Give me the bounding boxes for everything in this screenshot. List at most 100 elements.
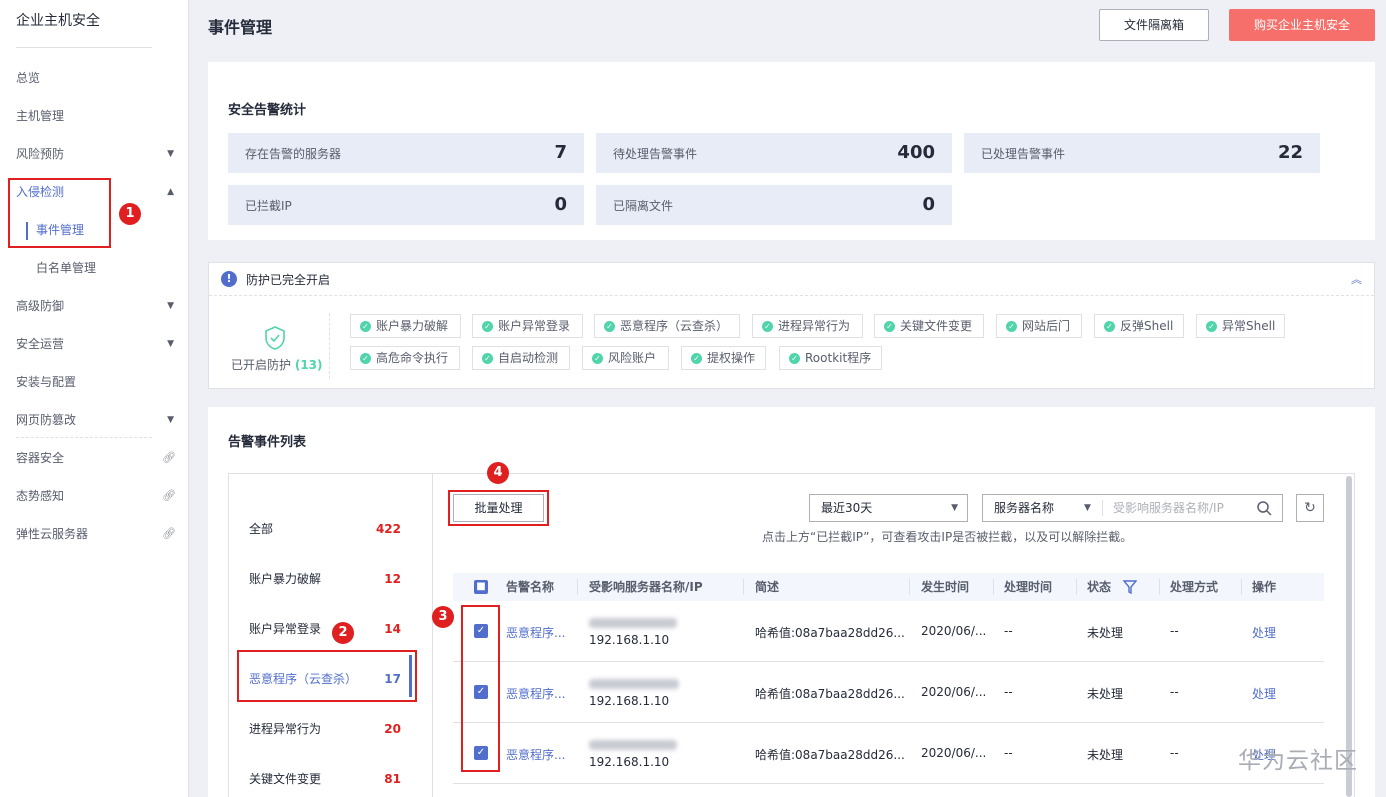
stat-value: 0 — [554, 194, 567, 215]
external-link-icon: 🔗︎ — [162, 451, 176, 464]
table-row[interactable]: ✓ 恶意程序... 192.168.1.10 哈希值:08a7baa28dd26… — [453, 723, 1324, 784]
sidebar-item-host-management[interactable]: 主机管理 — [16, 106, 176, 126]
filter-icon[interactable] — [1123, 580, 1137, 594]
stat-blocked-ip[interactable]: 已拦截IP 0 — [228, 185, 584, 225]
status: 未处理 — [1087, 626, 1124, 640]
handle-link[interactable]: 处理 — [1252, 624, 1276, 641]
protection-enabled-label: 已开启防护 (13) — [231, 356, 323, 373]
category-label: 进程异常行为 — [249, 722, 322, 736]
check-circle-icon: ✓ — [482, 353, 493, 364]
alert-name-link[interactable]: 恶意程序... — [506, 624, 565, 641]
external-link-icon: 🔗︎ — [162, 489, 176, 502]
stat-value: 7 — [554, 142, 567, 163]
collapse-icon[interactable]: ︽ — [1351, 271, 1362, 287]
sidebar-item-risk-prevention[interactable]: 风险预防 ▼ — [16, 144, 176, 164]
column-header: 告警名称 — [506, 580, 555, 594]
handle-time: -- — [1004, 746, 1013, 760]
sidebar-item-advanced-defense[interactable]: 高级防御 ▼ — [16, 296, 176, 316]
check-circle-icon: ✓ — [1104, 321, 1115, 332]
occur-time: 2020/06/... — [921, 685, 987, 699]
divider — [1076, 579, 1077, 595]
stat-isolated-files[interactable]: 已隔离文件 0 — [596, 185, 952, 225]
select-all-checkbox[interactable]: ■ — [474, 580, 488, 594]
search-input[interactable]: 受影响服务器名称/IP — [1113, 495, 1224, 521]
protection-tag: ✓ 提权操作 — [681, 346, 766, 370]
sidebar-item-container-security[interactable]: 容器安全 🔗︎ — [16, 448, 176, 468]
divider — [16, 437, 152, 438]
redacted-server-name — [589, 679, 679, 689]
file-isolation-button[interactable]: 文件隔离箱 — [1099, 9, 1209, 41]
handle-link[interactable]: 处理 — [1252, 685, 1276, 702]
tag-label: 账户异常登录 — [498, 319, 571, 333]
protection-tag: ✓ 异常Shell — [1196, 314, 1285, 338]
category-file-change[interactable]: 关键文件变更 81 — [249, 769, 409, 789]
alert-summary: 哈希值:08a7baa28dd26... — [755, 748, 905, 762]
sidebar-item-security-ops[interactable]: 安全运营 ▼ — [16, 334, 176, 354]
sidebar-item-install-config[interactable]: 安装与配置 — [16, 372, 176, 392]
server-ip: 192.168.1.10 — [589, 633, 670, 647]
sidebar-item-ecs[interactable]: 弹性云服务器 🔗︎ — [16, 524, 176, 544]
stat-pending[interactable]: 待处理告警事件 400 — [596, 133, 952, 173]
sidebar-item-web-tamper[interactable]: 网页防篡改 ▼ — [16, 410, 176, 430]
sidebar-title: 企业主机安全 — [16, 13, 100, 29]
tag-label: 异常Shell — [1222, 319, 1276, 333]
category-count: 81 — [384, 772, 401, 786]
check-circle-icon: ✓ — [1206, 321, 1217, 332]
divider — [209, 295, 1374, 296]
blocked-ip-hint: 点击上方“已拦截IP”，可查看攻击IP是否被拦截，以及可以解除拦截。 — [762, 530, 1133, 544]
search-field-select[interactable]: 服务器名称 — [994, 495, 1054, 521]
stat-label: 已拦截IP — [245, 199, 292, 213]
protection-tag: ✓ 网站后门 — [996, 314, 1082, 338]
server-ip: 192.168.1.10 — [589, 694, 670, 708]
stat-label: 待处理告警事件 — [613, 147, 698, 161]
category-count: 14 — [384, 622, 401, 636]
annotation-badge-4: 4 — [487, 462, 509, 484]
stat-servers[interactable]: 存在告警的服务器 7 — [228, 133, 584, 173]
chevron-up-icon: ▲ — [167, 187, 174, 197]
check-circle-icon: ✓ — [789, 353, 800, 364]
alert-summary: 哈希值:08a7baa28dd26... — [755, 687, 905, 701]
divider — [577, 579, 578, 595]
stat-label: 已隔离文件 — [613, 199, 674, 213]
protection-tag: ✓ 进程异常行为 — [752, 314, 863, 338]
check-circle-icon: ✓ — [1006, 321, 1017, 332]
handle-time: -- — [1004, 624, 1013, 638]
protection-tag: ✓ 账户异常登录 — [472, 314, 583, 338]
tag-label: Rootkit程序 — [805, 351, 872, 365]
category-process-anomaly[interactable]: 进程异常行为 20 — [249, 719, 409, 739]
time-range-select[interactable]: 最近30天 ▼ — [809, 494, 968, 522]
protection-tag: ✓ 自启动检测 — [472, 346, 570, 370]
sidebar-item-label: 安全运营 — [16, 337, 65, 351]
divider — [432, 474, 433, 797]
sidebar-item-situation-awareness[interactable]: 态势感知 🔗︎ — [16, 486, 176, 506]
sidebar-item-overview[interactable]: 总览 — [16, 68, 176, 88]
table-row[interactable]: ✓ 恶意程序... 192.168.1.10 哈希值:08a7baa28dd26… — [453, 601, 1324, 662]
buy-button[interactable]: 购买企业主机安全 — [1229, 9, 1375, 41]
sidebar-item-whitelist[interactable]: 白名单管理 — [36, 258, 196, 278]
stat-handled[interactable]: 已处理告警事件 22 — [964, 133, 1320, 173]
refresh-icon[interactable]: ↻ — [1296, 494, 1324, 522]
tag-label: 风险账户 — [608, 351, 657, 365]
protection-tag: ✓ 关键文件变更 — [874, 314, 984, 338]
sidebar-item-label: 容器安全 — [16, 451, 65, 465]
tag-label: 进程异常行为 — [778, 319, 851, 333]
stat-value: 0 — [922, 194, 935, 215]
category-all[interactable]: 全部 422 — [249, 519, 409, 539]
column-header: 处理方式 — [1170, 580, 1219, 594]
column-header: 操作 — [1252, 580, 1277, 594]
category-label: 全部 — [249, 522, 274, 536]
protection-header: 防护已完全开启 — [246, 273, 331, 287]
protection-tag: ✓ Rootkit程序 — [779, 346, 882, 370]
occur-time: 2020/06/... — [921, 746, 987, 760]
alert-name-link[interactable]: 恶意程序... — [506, 685, 565, 702]
search-icon[interactable] — [1256, 500, 1272, 516]
server-ip: 192.168.1.10 — [589, 755, 670, 769]
table-row[interactable]: ✓ 恶意程序... 192.168.1.10 哈希值:08a7baa28dd26… — [453, 662, 1324, 723]
stats-title: 安全告警统计 — [228, 103, 307, 118]
category-abnormal-login[interactable]: 账户异常登录 14 — [249, 619, 409, 639]
stat-value: 22 — [1277, 142, 1303, 163]
status: 未处理 — [1087, 748, 1124, 762]
category-brute-force[interactable]: 账户暴力破解 12 — [249, 569, 409, 589]
annotation-box-1 — [8, 178, 111, 248]
alert-name-link[interactable]: 恶意程序... — [506, 746, 565, 763]
